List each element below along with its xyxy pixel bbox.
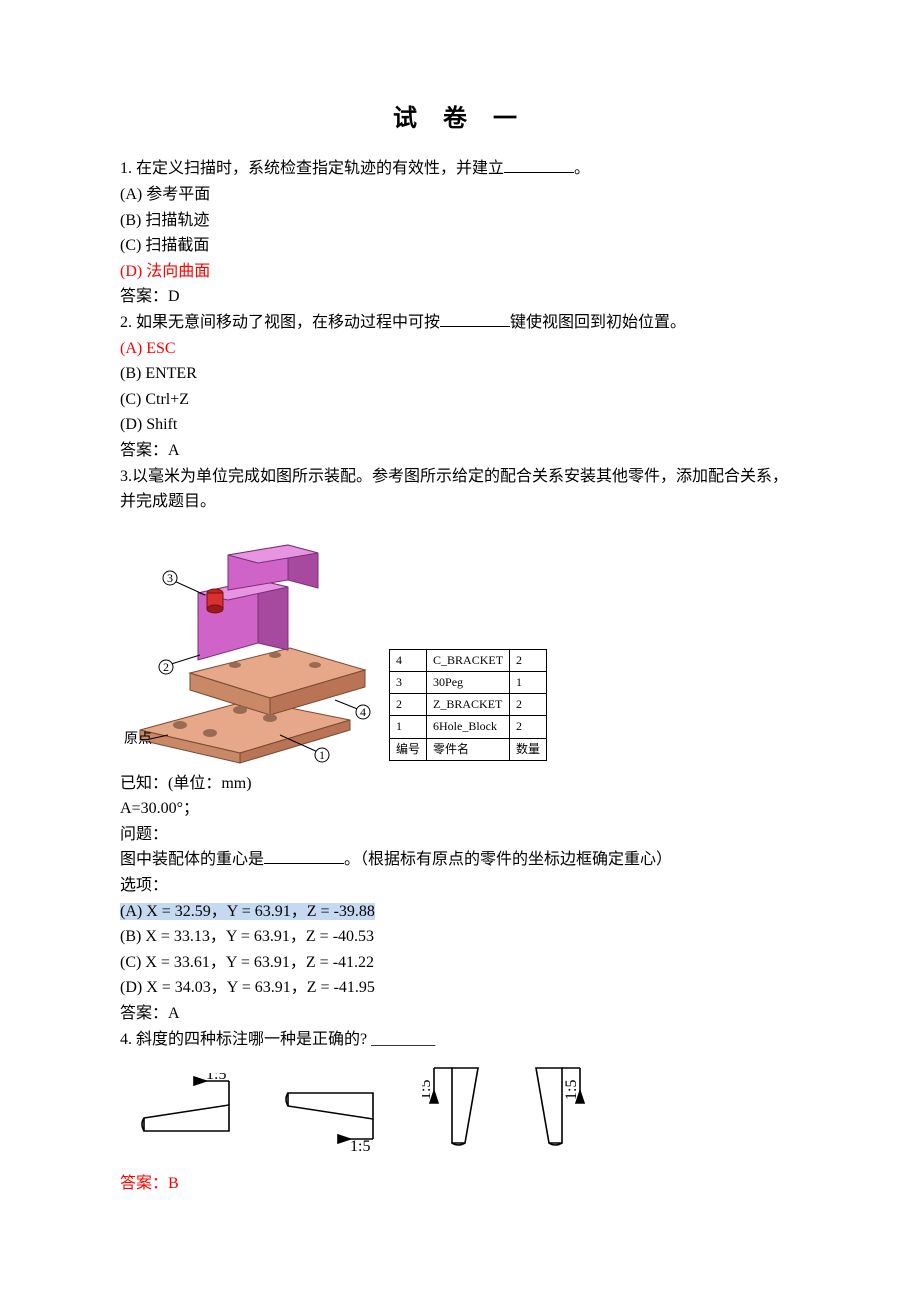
q1-opt-b: (B) 扫描轨迹 [120, 208, 800, 234]
q4-prompt: 4. 斜度的四种标注哪一种是正确的? ________ [120, 1027, 800, 1053]
origin-label: 原点 [124, 731, 152, 747]
svg-text:2: 2 [163, 660, 169, 674]
q3-opt-b: (B) X = 33.13，Y = 63.91，Z = -40.53 [120, 924, 800, 950]
svg-text:1: 1 [319, 748, 325, 762]
table-row: 2Z_BRACKET2 [390, 694, 547, 716]
q3-options-label: 选项： [120, 873, 800, 899]
q2-prompt-before: 2. 如果无意间移动了视图，在移动过程中可按 [120, 314, 440, 331]
q4-fig-a: 1:5 [134, 1073, 244, 1153]
q1-opt-d: (D) 法向曲面 [120, 259, 800, 285]
q3-opt-a: (A) X = 32.59，Y = 63.91，Z = -39.88 [120, 899, 800, 925]
q4-ratio-c: 1:5 [422, 1080, 434, 1100]
page-title: 试 卷 一 [120, 100, 800, 138]
q1-opt-c: (C) 扫描截面 [120, 233, 800, 259]
q3-question: 图中装配体的重心是。（根据标有原点的零件的坐标边框确定重心） [120, 847, 800, 873]
q3-known: 已知：(单位：mm) [120, 771, 800, 797]
q4-fig-b: 1:5 [278, 1073, 388, 1153]
q2-prompt: 2. 如果无意间移动了视图，在移动过程中可按 键使视图回到初始位置。 [120, 310, 800, 336]
q4-answer: 答案：B [120, 1171, 800, 1197]
q2-opt-a: (A) ESC [120, 336, 800, 362]
svg-text:3: 3 [167, 571, 173, 585]
parts-table: 4C_BRACKET2 330Peg1 2Z_BRACKET2 16Hole_B… [389, 649, 547, 761]
table-row: 16Hole_Block2 [390, 716, 547, 738]
q3-question-label: 问题： [120, 822, 800, 848]
q3-answer: 答案：A [120, 1001, 800, 1027]
q4-ratio-b: 1:5 [350, 1138, 370, 1153]
q4-ratio-a: 1:5 [206, 1073, 226, 1083]
q3-blank [264, 847, 344, 864]
q2-opt-d: (D) Shift [120, 412, 800, 438]
q3-prompt: 3.以毫米为单位完成如图所示装配。参考图所示给定的配合关系安装其他零件，添加配合… [120, 464, 800, 515]
assembly-diagram: 3 2 1 4 原点 [120, 525, 375, 765]
q2-answer: 答案：A [120, 438, 800, 464]
q2-opt-b: (B) ENTER [120, 361, 800, 387]
q2-opt-c: (C) Ctrl+Z [120, 387, 800, 413]
q1-prompt: 1. 在定义扫描时，系统检查指定轨迹的有效性，并建立 。 [120, 156, 800, 182]
q1-prompt-before: 1. 在定义扫描时，系统检查指定轨迹的有效性，并建立 [120, 160, 504, 177]
svg-text:4: 4 [360, 705, 366, 719]
q4-figures: 1:5 1:5 1:5 1:5 [134, 1058, 800, 1153]
q4-ratio-d: 1:5 [563, 1080, 580, 1100]
q4-fig-c: 1:5 [422, 1058, 492, 1153]
q1-prompt-after: 。 [574, 160, 590, 177]
q1-blank [504, 156, 574, 173]
table-row: 4C_BRACKET2 [390, 649, 547, 671]
q3-A: A=30.00°； [120, 796, 800, 822]
table-header: 编号零件名数量 [390, 738, 547, 760]
q3-figure-row: 3 2 1 4 原点 4C_BRACKET2 330Peg1 2Z_BRACKE… [120, 525, 800, 765]
table-row: 330Peg1 [390, 671, 547, 693]
q2-prompt-after: 键使视图回到初始位置。 [510, 314, 686, 331]
q4-fig-d: 1:5 [526, 1058, 596, 1153]
q2-blank [440, 310, 510, 327]
q1-answer: 答案：D [120, 284, 800, 310]
q3-opt-c: (C) X = 33.61，Y = 63.91，Z = -41.22 [120, 950, 800, 976]
q3-opt-d: (D) X = 34.03，Y = 63.91，Z = -41.95 [120, 975, 800, 1001]
q1-opt-a: (A) 参考平面 [120, 182, 800, 208]
